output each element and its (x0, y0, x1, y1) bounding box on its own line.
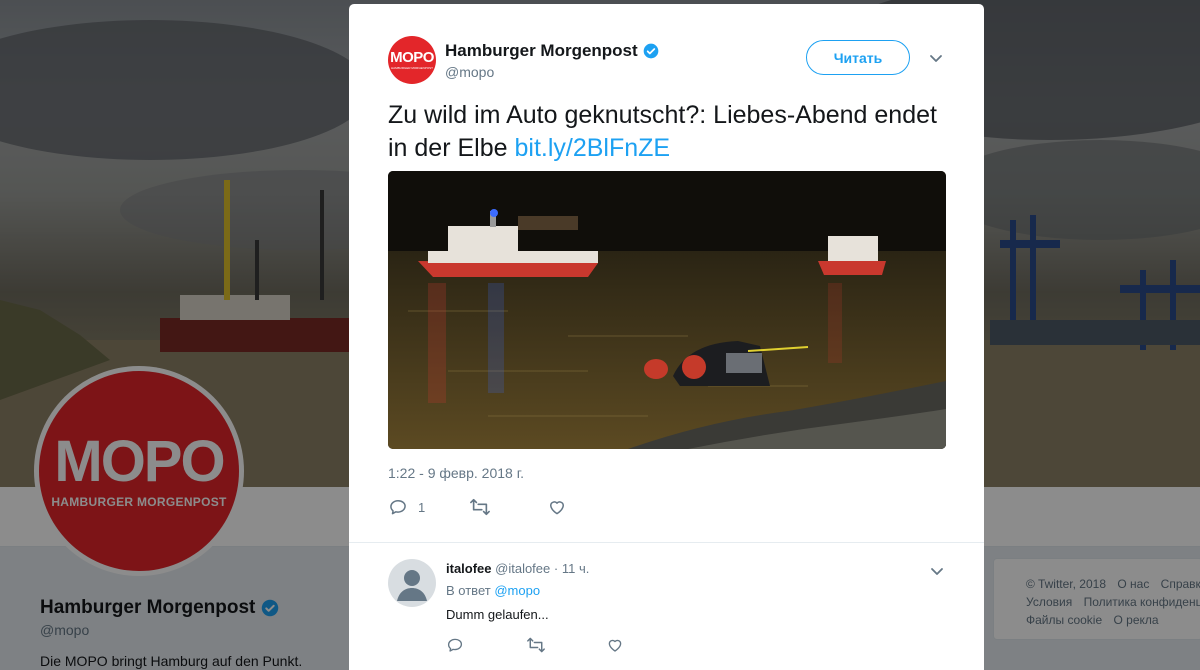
reply-header: italofee @italofee · 11 ч. (446, 561, 589, 576)
author-avatar-logo: MOPO (390, 49, 434, 66)
reply-count: 1 (418, 499, 426, 515)
tweet-actions: 1 (388, 496, 567, 518)
reply-reply-button[interactable] (446, 636, 464, 654)
chevron-down-icon[interactable] (929, 563, 945, 579)
verified-badge-icon (643, 43, 659, 59)
reply-retweet-button[interactable] (526, 636, 546, 654)
reply-to-line: В ответ @mopo (446, 583, 540, 598)
tweet-link[interactable]: bit.ly/2BlFnZE (514, 134, 670, 162)
author-handle[interactable]: @mopo (445, 64, 494, 80)
tweet-modal: MOPO HAMBURGER MORGENPOST Hamburger Morg… (349, 4, 984, 670)
author-name[interactable]: Hamburger Morgenpost (445, 41, 659, 61)
reply-author-name[interactable]: italofee (446, 561, 492, 576)
retweet-icon (527, 637, 545, 653)
reply-button[interactable]: 1 (388, 497, 425, 517)
reply-icon (447, 638, 463, 652)
reply-like-button[interactable] (606, 636, 624, 654)
reply-text: Dumm gelaufen... (446, 607, 549, 622)
reply-time[interactable]: · 11 ч. (554, 561, 589, 576)
reply-to-prefix: В ответ (446, 583, 491, 598)
retweet-button[interactable] (469, 497, 491, 517)
reply-author-handle[interactable]: @italofee (495, 561, 550, 576)
author-name-text: Hamburger Morgenpost (445, 41, 638, 60)
retweet-icon (470, 498, 491, 516)
follow-button[interactable]: Читать (806, 40, 910, 75)
reply-thread: italofee @italofee · 11 ч. В ответ @mopo… (349, 542, 984, 670)
like-icon (608, 639, 622, 652)
author-avatar-subtext: HAMBURGER MORGENPOST (390, 66, 433, 70)
tweet-header: MOPO HAMBURGER MORGENPOST Hamburger Morg… (388, 36, 954, 92)
tweet-photo[interactable] (388, 171, 946, 449)
author-avatar[interactable]: MOPO HAMBURGER MORGENPOST (388, 36, 436, 84)
reply-actions (446, 636, 624, 654)
tweet-timestamp[interactable]: 1:22 - 9 февр. 2018 г. (388, 465, 524, 481)
reply-icon (390, 500, 406, 515)
chevron-down-icon[interactable] (928, 50, 944, 66)
default-avatar-icon[interactable] (388, 559, 436, 607)
like-icon (550, 501, 565, 515)
reply-to-handle[interactable]: @mopo (494, 583, 540, 598)
like-button[interactable] (547, 497, 567, 517)
tweet-text: Zu wild im Auto geknutscht?: Liebes-Aben… (388, 99, 948, 165)
